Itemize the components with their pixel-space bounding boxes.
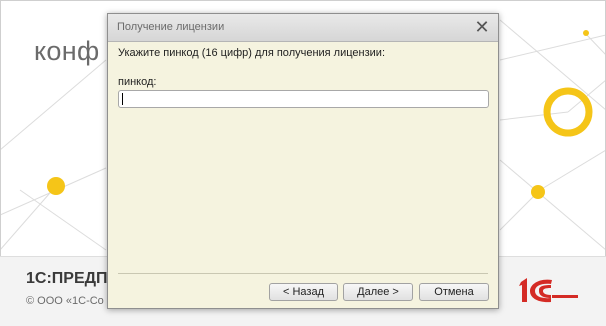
cancel-button[interactable]: Отмена: [419, 283, 489, 301]
back-button[interactable]: < Назад: [269, 283, 338, 301]
product-name: 1С:ПРЕДП: [26, 270, 108, 287]
1c-logo: [519, 278, 578, 303]
dialog-titlebar[interactable]: Получение лицензии ✕: [108, 14, 498, 42]
next-button[interactable]: Далее >: [343, 283, 413, 301]
pin-input[interactable]: [118, 90, 489, 108]
text-caret: [122, 93, 123, 105]
pin-label: пинкод:: [118, 76, 157, 88]
close-icon[interactable]: ✕: [472, 17, 492, 37]
splash-word: конф: [34, 36, 100, 66]
footer-divider: [118, 273, 488, 274]
dialog-title: Получение лицензии: [117, 21, 225, 33]
copyright-text: © ООО «1С-Со: [26, 295, 104, 307]
license-dialog: Получение лицензии ✕ Укажите пинкод (16 …: [107, 13, 499, 309]
pin-prompt: Укажите пинкод (16 цифр) для получения л…: [118, 47, 386, 59]
